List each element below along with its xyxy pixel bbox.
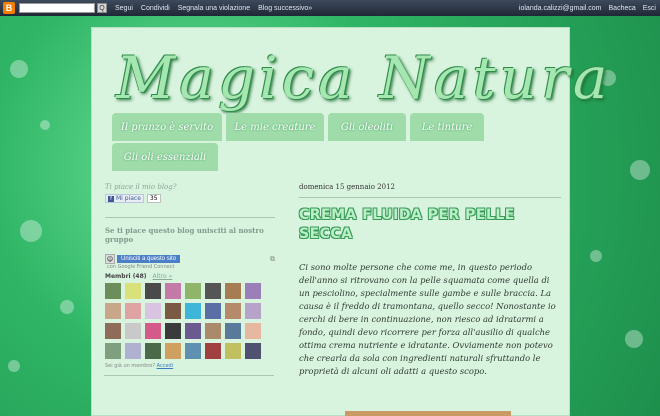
members-more-link[interactable]: Altro » — [153, 273, 173, 280]
member-avatar[interactable] — [245, 303, 261, 319]
facebook-like-count: 35 — [146, 194, 161, 203]
member-avatar[interactable] — [165, 343, 181, 359]
dashboard-link[interactable]: Bacheca — [609, 5, 636, 12]
facebook-like-button[interactable]: f Mi piace — [105, 194, 144, 203]
member-avatar[interactable] — [145, 323, 161, 339]
blogger-logo-icon[interactable]: B — [3, 2, 15, 14]
member-avatar[interactable] — [185, 323, 201, 339]
member-avatar[interactable] — [225, 283, 241, 299]
member-avatar[interactable] — [225, 343, 241, 359]
post-title[interactable]: CREMA FLUIDA PER PELLE SECCA — [299, 206, 561, 244]
friend-connect-subtitle: con Google Friend Connect — [107, 264, 175, 270]
bokeh-decoration — [590, 250, 602, 262]
join-group-title: Se ti piace questo blog unisciti al nost… — [105, 226, 264, 244]
tab-oli-essenziali[interactable]: Gli oli essenziali — [112, 143, 218, 171]
report-abuse-link[interactable]: Segnala una violazione — [178, 5, 250, 12]
blog-post: domenica 15 gennaio 2012 CREMA FLUIDA PE… — [299, 183, 561, 378]
sidebar-divider — [105, 217, 275, 218]
user-icon: ☺ — [105, 254, 115, 264]
member-avatar[interactable] — [165, 303, 181, 319]
bokeh-decoration — [625, 330, 643, 348]
member-avatar[interactable] — [185, 343, 201, 359]
user-email[interactable]: iolanda.calizzi@gmail.com — [519, 5, 602, 12]
logout-link[interactable]: Esci — [643, 5, 656, 12]
blogger-navbar: B Q Segui Condividi Segnala una violazio… — [0, 0, 660, 16]
member-avatar[interactable] — [245, 283, 261, 299]
friend-connect-footer: Sei già un membro? Accedi — [105, 363, 174, 369]
tab-creature[interactable]: Le mie creature — [226, 113, 324, 141]
blog-search-input[interactable] — [19, 3, 95, 13]
member-avatar[interactable] — [105, 283, 121, 299]
member-avatars — [105, 283, 275, 359]
member-avatar[interactable] — [125, 343, 141, 359]
facebook-like-label: Mi piace — [116, 195, 141, 202]
member-avatar[interactable] — [105, 303, 121, 319]
member-avatar[interactable] — [145, 283, 161, 299]
friend-connect-widget: ☺ Unisciti a questo sito ⧉ con Google Fr… — [105, 254, 275, 369]
member-avatar[interactable] — [145, 303, 161, 319]
member-avatar[interactable] — [225, 323, 241, 339]
blog-container: Magica Natura Il pranzo è servito Le mie… — [91, 27, 607, 416]
member-avatar[interactable] — [205, 323, 221, 339]
post-body: Ci sono molte persone che come me, in qu… — [299, 262, 556, 376]
member-avatar[interactable] — [145, 343, 161, 359]
popout-icon[interactable]: ⧉ — [270, 255, 275, 264]
facebook-like: f Mi piace 35 — [105, 194, 275, 203]
follow-link[interactable]: Segui — [115, 5, 133, 12]
share-link[interactable]: Condividi — [141, 5, 170, 12]
member-avatar[interactable] — [205, 303, 221, 319]
next-blog-link[interactable]: Blog successivo» — [258, 5, 312, 12]
member-avatar[interactable] — [125, 283, 141, 299]
post-date: domenica 15 gennaio 2012 — [299, 183, 561, 198]
member-avatar[interactable] — [185, 303, 201, 319]
like-label: Ti piace il mio blog? — [105, 183, 177, 191]
member-avatar[interactable] — [165, 283, 181, 299]
tab-pranzo[interactable]: Il pranzo è servito — [112, 113, 222, 141]
sign-in-link[interactable]: Accedi — [157, 363, 173, 369]
sidebar: Ti piace il mio blog? f Mi piace 35 Se t… — [105, 183, 275, 369]
member-avatar[interactable] — [105, 343, 121, 359]
search-button[interactable]: Q — [97, 3, 107, 13]
bokeh-decoration — [20, 220, 42, 242]
sidebar-bottom-divider — [104, 375, 274, 376]
join-site-button[interactable]: Unisciti a questo sito — [117, 255, 181, 263]
bokeh-decoration — [10, 60, 28, 78]
post-image — [345, 411, 511, 416]
tab-tinture[interactable]: Le tinture — [410, 113, 484, 141]
member-avatar[interactable] — [245, 343, 261, 359]
bokeh-decoration — [40, 120, 50, 130]
bokeh-decoration — [8, 360, 20, 372]
members-label: Membri (48) Altro » — [105, 273, 173, 280]
member-avatar[interactable] — [205, 283, 221, 299]
member-avatar[interactable] — [125, 323, 141, 339]
member-avatar[interactable] — [205, 343, 221, 359]
member-avatar[interactable] — [165, 323, 181, 339]
bokeh-decoration — [60, 300, 74, 314]
facebook-icon: f — [108, 195, 114, 202]
member-avatar[interactable] — [105, 323, 121, 339]
member-avatar[interactable] — [245, 323, 261, 339]
tab-oleoliti[interactable]: Gli oleoliti — [328, 113, 406, 141]
bokeh-decoration — [630, 160, 650, 180]
member-avatar[interactable] — [125, 303, 141, 319]
member-avatar[interactable] — [185, 283, 201, 299]
member-avatar[interactable] — [225, 303, 241, 319]
